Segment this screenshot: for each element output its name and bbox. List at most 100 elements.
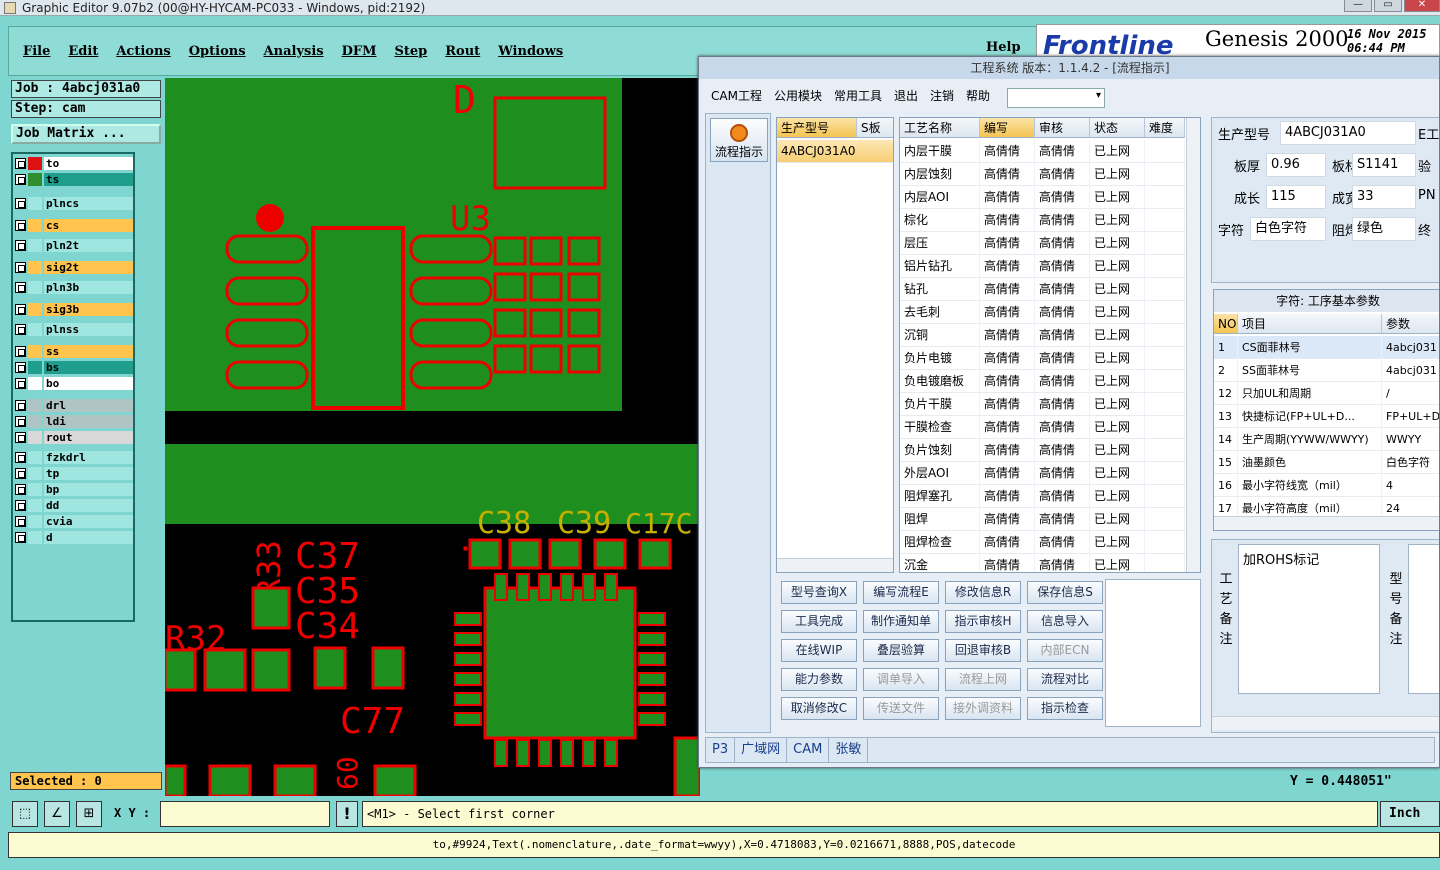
layer-checkbox[interactable] [15, 483, 26, 495]
process-cell[interactable]: 高倩倩 [980, 301, 1035, 324]
param-cell[interactable]: 4 [1382, 474, 1439, 497]
process-cell[interactable]: 高倩倩 [980, 416, 1035, 439]
layer-row-rout[interactable]: rout [15, 430, 133, 444]
flow-indication-button[interactable]: 流程指示 [710, 118, 768, 162]
process-cell[interactable]: 已上网 [1090, 439, 1145, 462]
process-cell[interactable] [1145, 508, 1185, 531]
job-matrix-button[interactable]: Job Matrix ... [11, 124, 161, 144]
process-cell[interactable]: 高倩倩 [980, 232, 1035, 255]
action-button-3-2[interactable]: 流程上网 [945, 668, 1021, 691]
action-button-0-1[interactable]: 编写流程E [863, 581, 939, 604]
menu-options[interactable]: Options [189, 44, 246, 59]
layer-checkbox[interactable] [15, 239, 26, 251]
layer-checkbox[interactable] [15, 451, 26, 463]
param-cell[interactable]: 生产周期(YYWW/WWYY) [1238, 428, 1382, 451]
process-cell[interactable]: 内层干膜 [900, 140, 980, 163]
layer-row-cvia[interactable]: cvia [15, 514, 133, 528]
process-cell[interactable] [1145, 554, 1185, 572]
process-cell[interactable]: 已上网 [1090, 462, 1145, 485]
layer-row-ldi[interactable]: ldi [15, 414, 133, 428]
layer-checkbox[interactable] [15, 219, 26, 231]
cam-menu-item-1[interactable]: 公用模块 [774, 87, 822, 104]
process-cell[interactable] [1145, 531, 1185, 554]
process-cell[interactable]: 已上网 [1090, 416, 1145, 439]
menu-analysis[interactable]: Analysis [264, 44, 324, 59]
process-cell[interactable] [1145, 255, 1185, 278]
process-cell[interactable]: 高倩倩 [980, 508, 1035, 531]
process-cell[interactable]: 钻孔 [900, 278, 980, 301]
layer-row-d[interactable]: d [15, 530, 133, 544]
process-cell[interactable]: 棕化 [900, 209, 980, 232]
layer-checkbox[interactable] [15, 281, 26, 293]
process-cell[interactable]: 高倩倩 [1035, 186, 1090, 209]
param-cell[interactable]: 2 [1214, 359, 1238, 382]
proc-header-reviewer[interactable]: 审核 [1035, 118, 1090, 138]
measure-icon[interactable]: ∠ [44, 801, 70, 827]
length-field[interactable]: 115 [1266, 185, 1326, 209]
action-button-0-0[interactable]: 型号查询X [781, 581, 857, 604]
param-cell[interactable]: 4abcj031 [1382, 336, 1439, 359]
pcb-canvas[interactable]: U3 D C38 C39 C17C C37 C35 C34 R32 C77 R3… [165, 78, 700, 796]
process-cell[interactable]: 沉金 [900, 554, 980, 572]
process-cell[interactable]: 高倩倩 [1035, 508, 1090, 531]
layer-row-ts[interactable]: ts [15, 172, 133, 186]
process-remark-box[interactable]: 加ROHS标记 [1238, 544, 1380, 694]
width-field[interactable]: 33 [1352, 185, 1416, 209]
layer-row-pln3b[interactable]: pln3b [15, 280, 133, 294]
param-cell[interactable]: / [1382, 382, 1439, 405]
layer-row-sig3b[interactable]: sig3b [15, 302, 133, 316]
tab-wan[interactable]: 广域网 [735, 738, 788, 762]
menu-dfm[interactable]: DFM [342, 44, 377, 59]
layer-checkbox[interactable] [15, 197, 26, 209]
menu-rout[interactable]: Rout [445, 44, 480, 59]
process-cell[interactable]: 高倩倩 [1035, 554, 1090, 572]
process-cell[interactable] [1145, 416, 1185, 439]
process-cell[interactable]: 已上网 [1090, 485, 1145, 508]
layer-checkbox[interactable] [15, 377, 26, 389]
process-cell[interactable] [1145, 232, 1185, 255]
action-button-2-0[interactable]: 在线WIP [781, 639, 857, 662]
process-cell[interactable]: 高倩倩 [980, 347, 1035, 370]
layer-row-cs[interactable]: cs [15, 218, 133, 232]
process-cell[interactable] [1145, 485, 1185, 508]
param-cell[interactable]: 12 [1214, 382, 1238, 405]
process-cell[interactable]: 负片蚀刻 [900, 439, 980, 462]
process-cell[interactable]: 已上网 [1090, 347, 1145, 370]
maximize-button[interactable]: ▭ [1374, 0, 1402, 12]
process-cell[interactable]: 高倩倩 [1035, 163, 1090, 186]
param-cell[interactable]: 15 [1214, 451, 1238, 474]
layer-checkbox[interactable] [15, 531, 26, 543]
process-cell[interactable]: 阻焊塞孔 [900, 485, 980, 508]
action-button-1-3[interactable]: 信息导入 [1027, 610, 1103, 633]
layer-row-drl[interactable]: drl [15, 398, 133, 412]
process-cell[interactable]: 已上网 [1090, 554, 1145, 572]
cam-menu-item-5[interactable]: 帮助 [966, 87, 990, 104]
action-button-0-2[interactable]: 修改信息R [945, 581, 1021, 604]
process-cell[interactable] [1145, 209, 1185, 232]
process-cell[interactable]: 高倩倩 [980, 439, 1035, 462]
process-cell[interactable]: 高倩倩 [980, 485, 1035, 508]
cam-menu-item-0[interactable]: CAM工程 [711, 87, 762, 104]
layer-checkbox[interactable] [15, 173, 26, 185]
layer-row-to[interactable]: to [15, 156, 133, 170]
cam-menu-item-2[interactable]: 常用工具 [834, 87, 882, 104]
layer-row-dd[interactable]: dd [15, 498, 133, 512]
param-cell[interactable]: 1 [1214, 336, 1238, 359]
process-cell[interactable]: 已上网 [1090, 508, 1145, 531]
layer-row-sig2t[interactable]: sig2t [15, 260, 133, 274]
action-button-4-2[interactable]: 接外调资料 [945, 697, 1021, 720]
menu-edit[interactable]: Edit [68, 44, 98, 59]
process-cell[interactable]: 高倩倩 [1035, 140, 1090, 163]
process-cell[interactable] [1145, 163, 1185, 186]
process-cell[interactable]: 阻焊 [900, 508, 980, 531]
action-button-1-0[interactable]: 工具完成 [781, 610, 857, 633]
menu-step[interactable]: Step [394, 44, 427, 59]
action-button-4-3[interactable]: 指示检查 [1027, 697, 1103, 720]
mask-field[interactable]: 绿色 [1352, 217, 1416, 241]
process-cell[interactable]: 高倩倩 [1035, 531, 1090, 554]
process-cell[interactable]: 内层AOI [900, 186, 980, 209]
cam-menu-item-4[interactable]: 注销 [930, 87, 954, 104]
model-remark-box[interactable] [1408, 544, 1439, 694]
process-cell[interactable]: 高倩倩 [1035, 347, 1090, 370]
process-cell[interactable]: 高倩倩 [980, 462, 1035, 485]
